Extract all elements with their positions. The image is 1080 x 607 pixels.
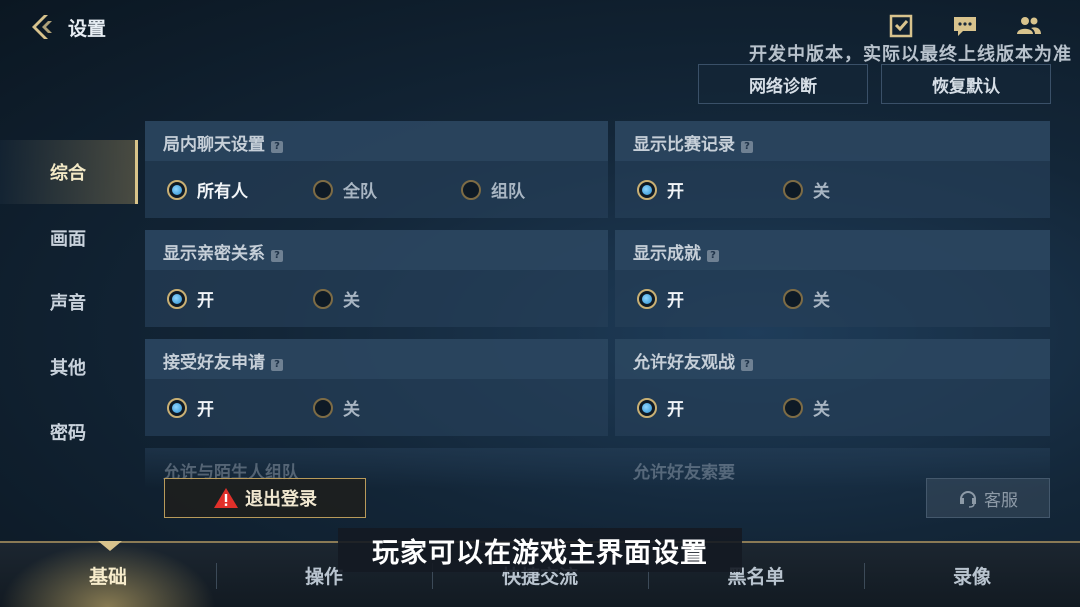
- setting-accept-friend-requests: 接受好友申请? 开 关: [145, 339, 608, 436]
- setting-ingame-chat: 局内聊天设置? 所有人 全队 组队: [145, 121, 608, 218]
- logout-label: 退出登录: [245, 489, 317, 510]
- setting-title: 接受好友申请?: [163, 348, 283, 373]
- customer-service-button[interactable]: 客服: [926, 478, 1050, 518]
- sidebar-item-label: 其他: [50, 358, 86, 379]
- top-bar: 设置 开发中版本，实际以最终上线版本为准: [0, 0, 1080, 65]
- restore-defaults-button[interactable]: 恢复默认: [881, 64, 1051, 104]
- headset-icon: [960, 491, 976, 508]
- warning-icon: [214, 488, 238, 508]
- setting-show-intimacy: 显示亲密关系? 开 关: [145, 230, 608, 327]
- tab-basic[interactable]: 基础: [0, 543, 216, 607]
- radio-option-on[interactable]: 开: [167, 395, 214, 420]
- page-title: 设置: [68, 18, 107, 40]
- radio-option-team[interactable]: 全队: [313, 177, 377, 202]
- radio-option-off[interactable]: 关: [783, 286, 830, 311]
- sidebar-item-sound[interactable]: 声音: [0, 270, 138, 334]
- radio-selected-icon: [167, 179, 187, 200]
- setting-allow-friend-spectate: 允许好友观战? 开 关: [615, 339, 1050, 436]
- network-diagnosis-button[interactable]: 网络诊断: [698, 64, 868, 104]
- help-icon[interactable]: ?: [741, 359, 753, 371]
- radio-option-on[interactable]: 开: [637, 395, 684, 420]
- help-icon[interactable]: ?: [707, 250, 719, 262]
- sidebar-item-label: 密码: [50, 423, 86, 444]
- help-icon[interactable]: ?: [271, 250, 283, 262]
- logout-button[interactable]: 退出登录: [164, 478, 366, 518]
- friends-icon[interactable]: [1016, 14, 1042, 38]
- dev-version-watermark: 开发中版本，实际以最终上线版本为准: [749, 44, 1072, 65]
- radio-unselected-icon: [461, 179, 481, 200]
- back-arrow-icon[interactable]: [28, 12, 58, 42]
- radio-option-off[interactable]: 关: [313, 286, 360, 311]
- setting-title: 显示比赛记录?: [633, 130, 753, 155]
- setting-title: 显示成就?: [633, 239, 719, 264]
- sidebar-item-label: 画面: [50, 229, 86, 250]
- radio-option-off[interactable]: 关: [313, 395, 360, 420]
- help-icon[interactable]: ?: [271, 359, 283, 371]
- sidebar-item-label: 声音: [50, 293, 86, 314]
- tab-label: 基础: [88, 565, 127, 588]
- radio-option-on[interactable]: 开: [637, 286, 684, 311]
- setting-show-match-history: 显示比赛记录? 开 关: [615, 121, 1050, 218]
- radio-selected-icon: [637, 397, 657, 418]
- help-icon[interactable]: ?: [741, 141, 753, 153]
- radio-option-on[interactable]: 开: [637, 177, 684, 202]
- help-icon[interactable]: ?: [271, 141, 283, 153]
- radio-option-on[interactable]: 开: [167, 286, 214, 311]
- setting-title: 局内聊天设置?: [163, 130, 283, 155]
- radio-unselected-icon: [783, 397, 803, 418]
- radio-selected-icon: [167, 288, 187, 309]
- active-tab-indicator: [98, 541, 122, 551]
- checklist-icon[interactable]: [888, 14, 914, 38]
- radio-unselected-icon: [313, 179, 333, 200]
- sidebar-item-password[interactable]: 密码: [0, 400, 138, 464]
- radio-unselected-icon: [313, 397, 333, 418]
- tab-label: 录像: [952, 565, 991, 588]
- sidebar-item-other[interactable]: 其他: [0, 335, 138, 399]
- chat-icon[interactable]: [952, 14, 978, 38]
- radio-unselected-icon: [313, 288, 333, 309]
- radio-unselected-icon: [783, 179, 803, 200]
- setting-title: 显示亲密关系?: [163, 239, 283, 264]
- video-subtitle: 玩家可以在游戏主界面设置: [338, 528, 742, 572]
- radio-unselected-icon: [783, 288, 803, 309]
- radio-option-party[interactable]: 组队: [461, 177, 525, 202]
- setting-show-achievements: 显示成就? 开 关: [615, 230, 1050, 327]
- sidebar-item-label: 综合: [50, 163, 86, 184]
- radio-option-off[interactable]: 关: [783, 395, 830, 420]
- sidebar-item-general[interactable]: 综合: [0, 140, 138, 204]
- radio-selected-icon: [637, 179, 657, 200]
- radio-selected-icon: [167, 397, 187, 418]
- setting-title: 允许好友观战?: [633, 348, 753, 373]
- tab-replays[interactable]: 录像: [864, 543, 1080, 607]
- customer-service-label: 客服: [984, 490, 1018, 511]
- radio-option-off[interactable]: 关: [783, 177, 830, 202]
- radio-selected-icon: [637, 288, 657, 309]
- radio-option-everyone[interactable]: 所有人: [167, 177, 248, 202]
- partial-setting-title: 允许好友索要: [633, 463, 735, 483]
- sidebar-item-graphics[interactable]: 画面: [0, 206, 138, 270]
